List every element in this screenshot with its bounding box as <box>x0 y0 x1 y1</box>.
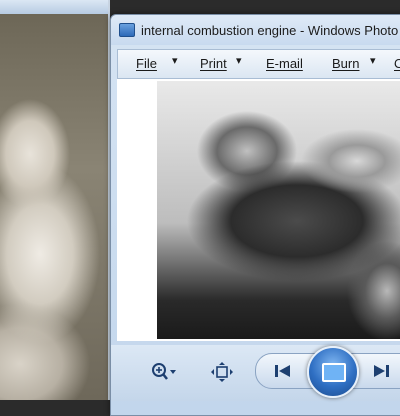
navigation-toolbar <box>111 345 400 401</box>
image-display-area[interactable] <box>117 79 400 341</box>
file-dropdown-arrow-icon[interactable]: ▾ <box>172 54 178 67</box>
photo-viewer-window: internal combustion engine - Windows Pho… <box>110 14 400 416</box>
menu-email[interactable]: E-mail <box>266 56 303 71</box>
slideshow-button[interactable] <box>307 346 359 398</box>
marble-bust-photo <box>0 14 108 400</box>
menu-bar: File ▾ Print ▾ E-mail Burn ▾ O <box>117 49 400 79</box>
slideshow-icon <box>322 363 346 382</box>
next-icon <box>374 365 389 377</box>
fit-to-window-icon <box>211 362 233 382</box>
title-bar[interactable]: internal combustion engine - Windows Pho… <box>111 15 400 45</box>
next-button[interactable] <box>368 360 394 382</box>
background-window-titlebar <box>0 0 108 14</box>
previous-button[interactable] <box>270 360 296 382</box>
menu-file[interactable]: File <box>136 56 157 71</box>
zoom-icon <box>152 363 176 380</box>
previous-icon <box>275 365 290 377</box>
engine-photo <box>157 81 400 339</box>
window-title: internal combustion engine - Windows Pho… <box>141 23 400 38</box>
menu-burn[interactable]: Burn <box>332 56 359 71</box>
burn-dropdown-arrow-icon[interactable]: ▾ <box>370 54 376 67</box>
zoom-button[interactable] <box>149 361 179 383</box>
background-photo-window <box>0 0 110 400</box>
print-dropdown-arrow-icon[interactable]: ▾ <box>236 54 242 67</box>
menu-print[interactable]: Print <box>200 56 227 71</box>
fit-to-window-button[interactable] <box>209 361 235 383</box>
photo-viewer-app-icon <box>119 23 135 37</box>
menu-open-partial[interactable]: O <box>394 56 400 71</box>
